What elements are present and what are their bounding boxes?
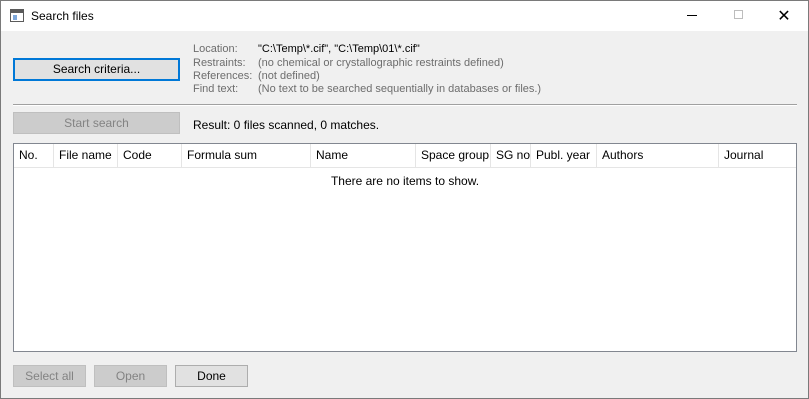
title-bar: Search files ✕ (1, 1, 808, 31)
column-headers: No. File name Code Formula sum Name Spac… (14, 144, 796, 168)
column-header-code[interactable]: Code (118, 144, 182, 167)
column-header-name[interactable]: Name (311, 144, 416, 167)
column-header-authors[interactable]: Authors (597, 144, 719, 167)
find-text-label: Find text: (193, 83, 239, 95)
column-header-journal[interactable]: Journal (719, 144, 796, 167)
select-all-button[interactable]: Select all (13, 365, 86, 387)
result-status: Result: 0 files scanned, 0 matches. (193, 118, 380, 132)
references-value: (not defined) (258, 70, 320, 82)
column-header-publ-year[interactable]: Publ. year (531, 144, 597, 167)
results-list[interactable]: No. File name Code Formula sum Name Spac… (13, 143, 797, 352)
minimize-icon (687, 14, 697, 16)
maximize-button[interactable] (715, 1, 761, 31)
search-files-window: Search files ✕ Search criteria... Locati… (0, 0, 809, 399)
find-text-value: (No text to be searched sequentially in … (258, 83, 542, 95)
column-header-space-group[interactable]: Space group (416, 144, 491, 167)
location-label: Location: (193, 43, 238, 55)
maximize-icon (733, 10, 743, 20)
search-criteria-button[interactable]: Search criteria... (13, 58, 180, 81)
column-header-formula-sum[interactable]: Formula sum (182, 144, 311, 167)
done-button[interactable]: Done (175, 365, 248, 387)
restraints-label: Restraints: (193, 57, 246, 69)
location-value: "C:\Temp\*.cif", "C:\Temp\01\*.cif" (258, 43, 420, 55)
column-header-file-name[interactable]: File name (54, 144, 118, 167)
window-title: Search files (31, 9, 94, 23)
start-search-button[interactable]: Start search (13, 112, 180, 134)
separator-line (13, 104, 797, 106)
empty-list-message: There are no items to show. (330, 174, 480, 188)
minimize-button[interactable] (669, 1, 715, 31)
references-label: References: (193, 70, 253, 82)
close-button[interactable]: ✕ (761, 1, 807, 31)
restraints-value: (no chemical or crystallographic restrai… (258, 57, 504, 69)
close-icon: ✕ (777, 6, 791, 25)
column-header-no[interactable]: No. (14, 144, 54, 167)
app-window-icon (10, 9, 24, 22)
open-button[interactable]: Open (94, 365, 167, 387)
column-header-sg-no[interactable]: SG no. (491, 144, 531, 167)
